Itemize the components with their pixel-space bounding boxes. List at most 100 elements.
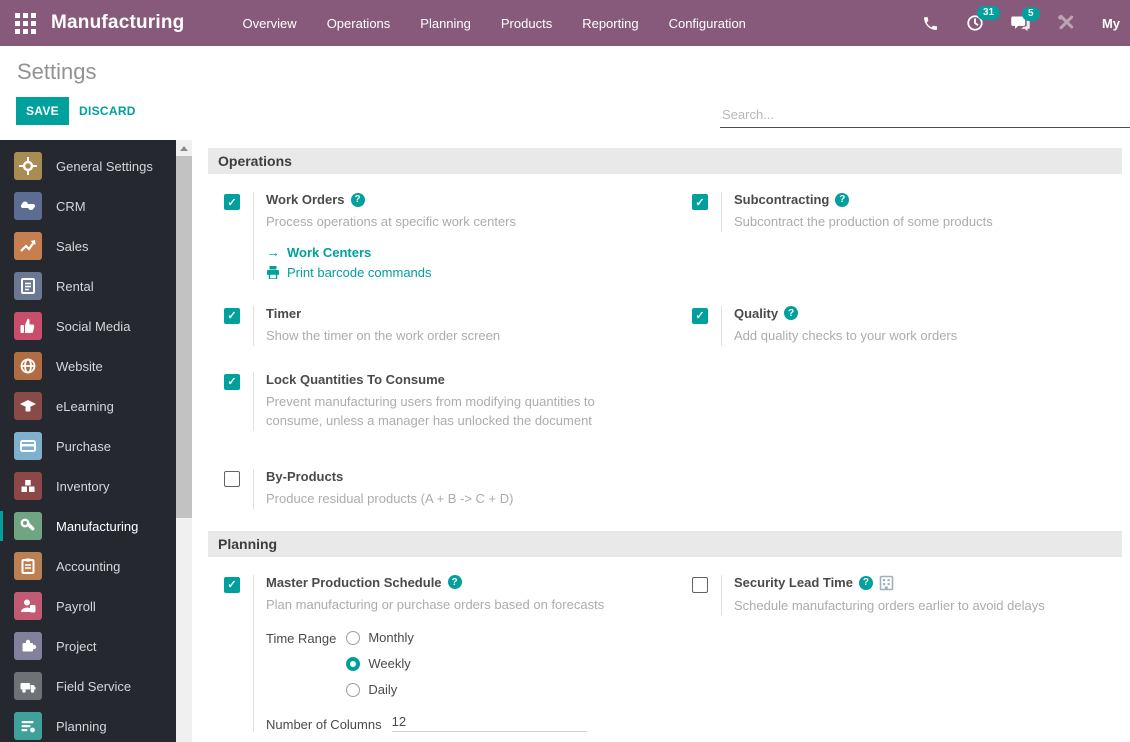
sidebar-item-label: Planning <box>56 719 107 734</box>
menu-planning[interactable]: Planning <box>420 16 471 31</box>
mps-checkbox[interactable] <box>224 577 240 593</box>
number-of-columns-input[interactable] <box>392 712 587 732</box>
timer-label: Timer <box>266 306 301 321</box>
vertical-scrollbar[interactable] <box>176 140 192 742</box>
security-lead-time-desc: Schedule manufacturing orders earlier to… <box>734 596 1045 616</box>
work-orders-label: Work Orders <box>266 192 345 207</box>
help-icon[interactable]: ? <box>835 193 849 207</box>
print-barcode-link[interactable]: Print barcode commands <box>266 265 516 280</box>
graduation-cap-icon <box>14 392 42 420</box>
menu-configuration[interactable]: Configuration <box>669 16 746 31</box>
top-navbar: Manufacturing Overview Operations Planni… <box>0 0 1130 46</box>
scroll-up-button[interactable] <box>176 140 192 156</box>
setting-security-lead-time: Security Lead Time ? Schedule manufactur… <box>692 575 1118 733</box>
setting-timer: Timer Show the timer on the work order s… <box>224 306 650 346</box>
radio-daily[interactable]: Daily <box>346 682 414 697</box>
sidebar-item-rental[interactable]: Rental <box>0 266 176 306</box>
quality-checkbox[interactable] <box>692 308 708 324</box>
section-header-operations: Operations <box>208 148 1122 174</box>
time-range-label: Time Range <box>266 630 336 697</box>
handshake-icon <box>14 192 42 220</box>
time-range-radio-group: Monthly Weekly Daily <box>346 630 414 697</box>
globe-icon <box>14 352 42 380</box>
app-title[interactable]: Manufacturing <box>51 12 185 34</box>
apps-menu-button[interactable] <box>0 13 51 34</box>
help-icon[interactable]: ? <box>351 193 365 207</box>
sidebar-item-general-settings[interactable]: General Settings <box>0 146 176 186</box>
help-icon[interactable]: ? <box>448 575 462 589</box>
sidebar-item-crm[interactable]: CRM <box>0 186 176 226</box>
radio-weekly[interactable]: Weekly <box>346 656 414 671</box>
planning-lines-icon <box>14 712 42 740</box>
sidebar-item-inventory[interactable]: Inventory <box>0 466 176 506</box>
activities-clock-icon[interactable]: 31 <box>966 14 984 32</box>
sidebar-item-field-service[interactable]: Field Service <box>0 666 176 706</box>
sidebar-item-label: CRM <box>56 199 86 214</box>
sidebar-item-elearning[interactable]: eLearning <box>0 386 176 426</box>
apps-grid-icon <box>15 13 36 34</box>
radio-weekly-control[interactable] <box>346 657 360 671</box>
phone-icon[interactable] <box>922 15 939 32</box>
discard-button[interactable]: DISCARD <box>79 104 136 118</box>
sidebar-item-purchase[interactable]: Purchase <box>0 426 176 466</box>
radio-monthly-control[interactable] <box>346 631 360 645</box>
sidebar-item-accounting[interactable]: Accounting <box>0 546 176 586</box>
timer-checkbox[interactable] <box>224 308 240 324</box>
sidebar-item-label: eLearning <box>56 399 114 414</box>
wrench-icon <box>14 512 42 540</box>
scrollbar-thumb[interactable] <box>176 156 192 518</box>
lock-quantities-desc: Prevent manufacturing users from modifyi… <box>266 392 650 431</box>
payroll-person-icon <box>14 592 42 620</box>
sidebar-item-planning[interactable]: Planning <box>0 706 176 742</box>
sidebar-item-label: Inventory <box>56 479 109 494</box>
work-orders-desc: Process operations at specific work cent… <box>266 212 516 232</box>
enterprise-building-icon <box>879 575 894 591</box>
clipboard-icon <box>14 552 42 580</box>
save-button[interactable]: SAVE <box>16 97 69 125</box>
settings-header: Settings SAVE DISCARD <box>0 46 1130 140</box>
security-lead-time-checkbox[interactable] <box>692 577 708 593</box>
timer-desc: Show the timer on the work order screen <box>266 326 500 346</box>
by-products-checkbox[interactable] <box>224 471 240 487</box>
quality-label: Quality <box>734 306 778 321</box>
lock-quantities-checkbox[interactable] <box>224 374 240 390</box>
menu-operations[interactable]: Operations <box>327 16 391 31</box>
sidebar-item-website[interactable]: Website <box>0 346 176 386</box>
by-products-label: By-Products <box>266 469 343 484</box>
operations-grid: Work Orders ? Process operations at spec… <box>208 192 1122 527</box>
sidebar-item-social-media[interactable]: Social Media <box>0 306 176 346</box>
sidebar-item-manufacturing[interactable]: Manufacturing <box>0 506 176 546</box>
activities-badge: 31 <box>977 6 1000 20</box>
user-menu[interactable]: My <box>1102 16 1120 31</box>
setting-work-orders: Work Orders ? Process operations at spec… <box>224 192 650 280</box>
sidebar-item-sales[interactable]: Sales <box>0 226 176 266</box>
help-icon[interactable]: ? <box>784 306 798 320</box>
sidebar-item-project[interactable]: Project <box>0 626 176 666</box>
sidebar-item-label: Rental <box>56 279 94 294</box>
subcontracting-checkbox[interactable] <box>692 194 708 210</box>
work-orders-checkbox[interactable] <box>224 194 240 210</box>
puzzle-icon <box>14 632 42 660</box>
search-input[interactable] <box>720 102 1130 128</box>
sidebar-item-label: Social Media <box>56 319 130 334</box>
menu-products[interactable]: Products <box>501 16 552 31</box>
help-icon[interactable]: ? <box>859 576 873 590</box>
mps-desc: Plan manufacturing or purchase orders ba… <box>266 595 604 615</box>
radio-monthly[interactable]: Monthly <box>346 630 414 645</box>
sidebar-item-label: Manufacturing <box>56 519 138 534</box>
sidebar-item-label: General Settings <box>56 159 153 174</box>
section-header-planning: Planning <box>208 531 1122 557</box>
setting-subcontracting: Subcontracting ? Subcontract the product… <box>692 192 1118 280</box>
sidebar-item-label: Website <box>56 359 103 374</box>
menu-reporting[interactable]: Reporting <box>582 16 638 31</box>
settings-sidebar: General Settings CRM Sales Rental Social… <box>0 140 176 742</box>
tools-icon[interactable] <box>1057 14 1075 32</box>
menu-overview[interactable]: Overview <box>243 16 297 31</box>
sidebar-item-label: Field Service <box>56 679 131 694</box>
radio-daily-control[interactable] <box>346 683 360 697</box>
truck-icon <box>14 672 42 700</box>
setting-lock-quantities: Lock Quantities To Consume Prevent manuf… <box>224 372 650 431</box>
work-centers-link[interactable]: → Work Centers <box>266 245 516 260</box>
messages-icon[interactable]: 5 <box>1011 15 1030 32</box>
sidebar-item-payroll[interactable]: Payroll <box>0 586 176 626</box>
